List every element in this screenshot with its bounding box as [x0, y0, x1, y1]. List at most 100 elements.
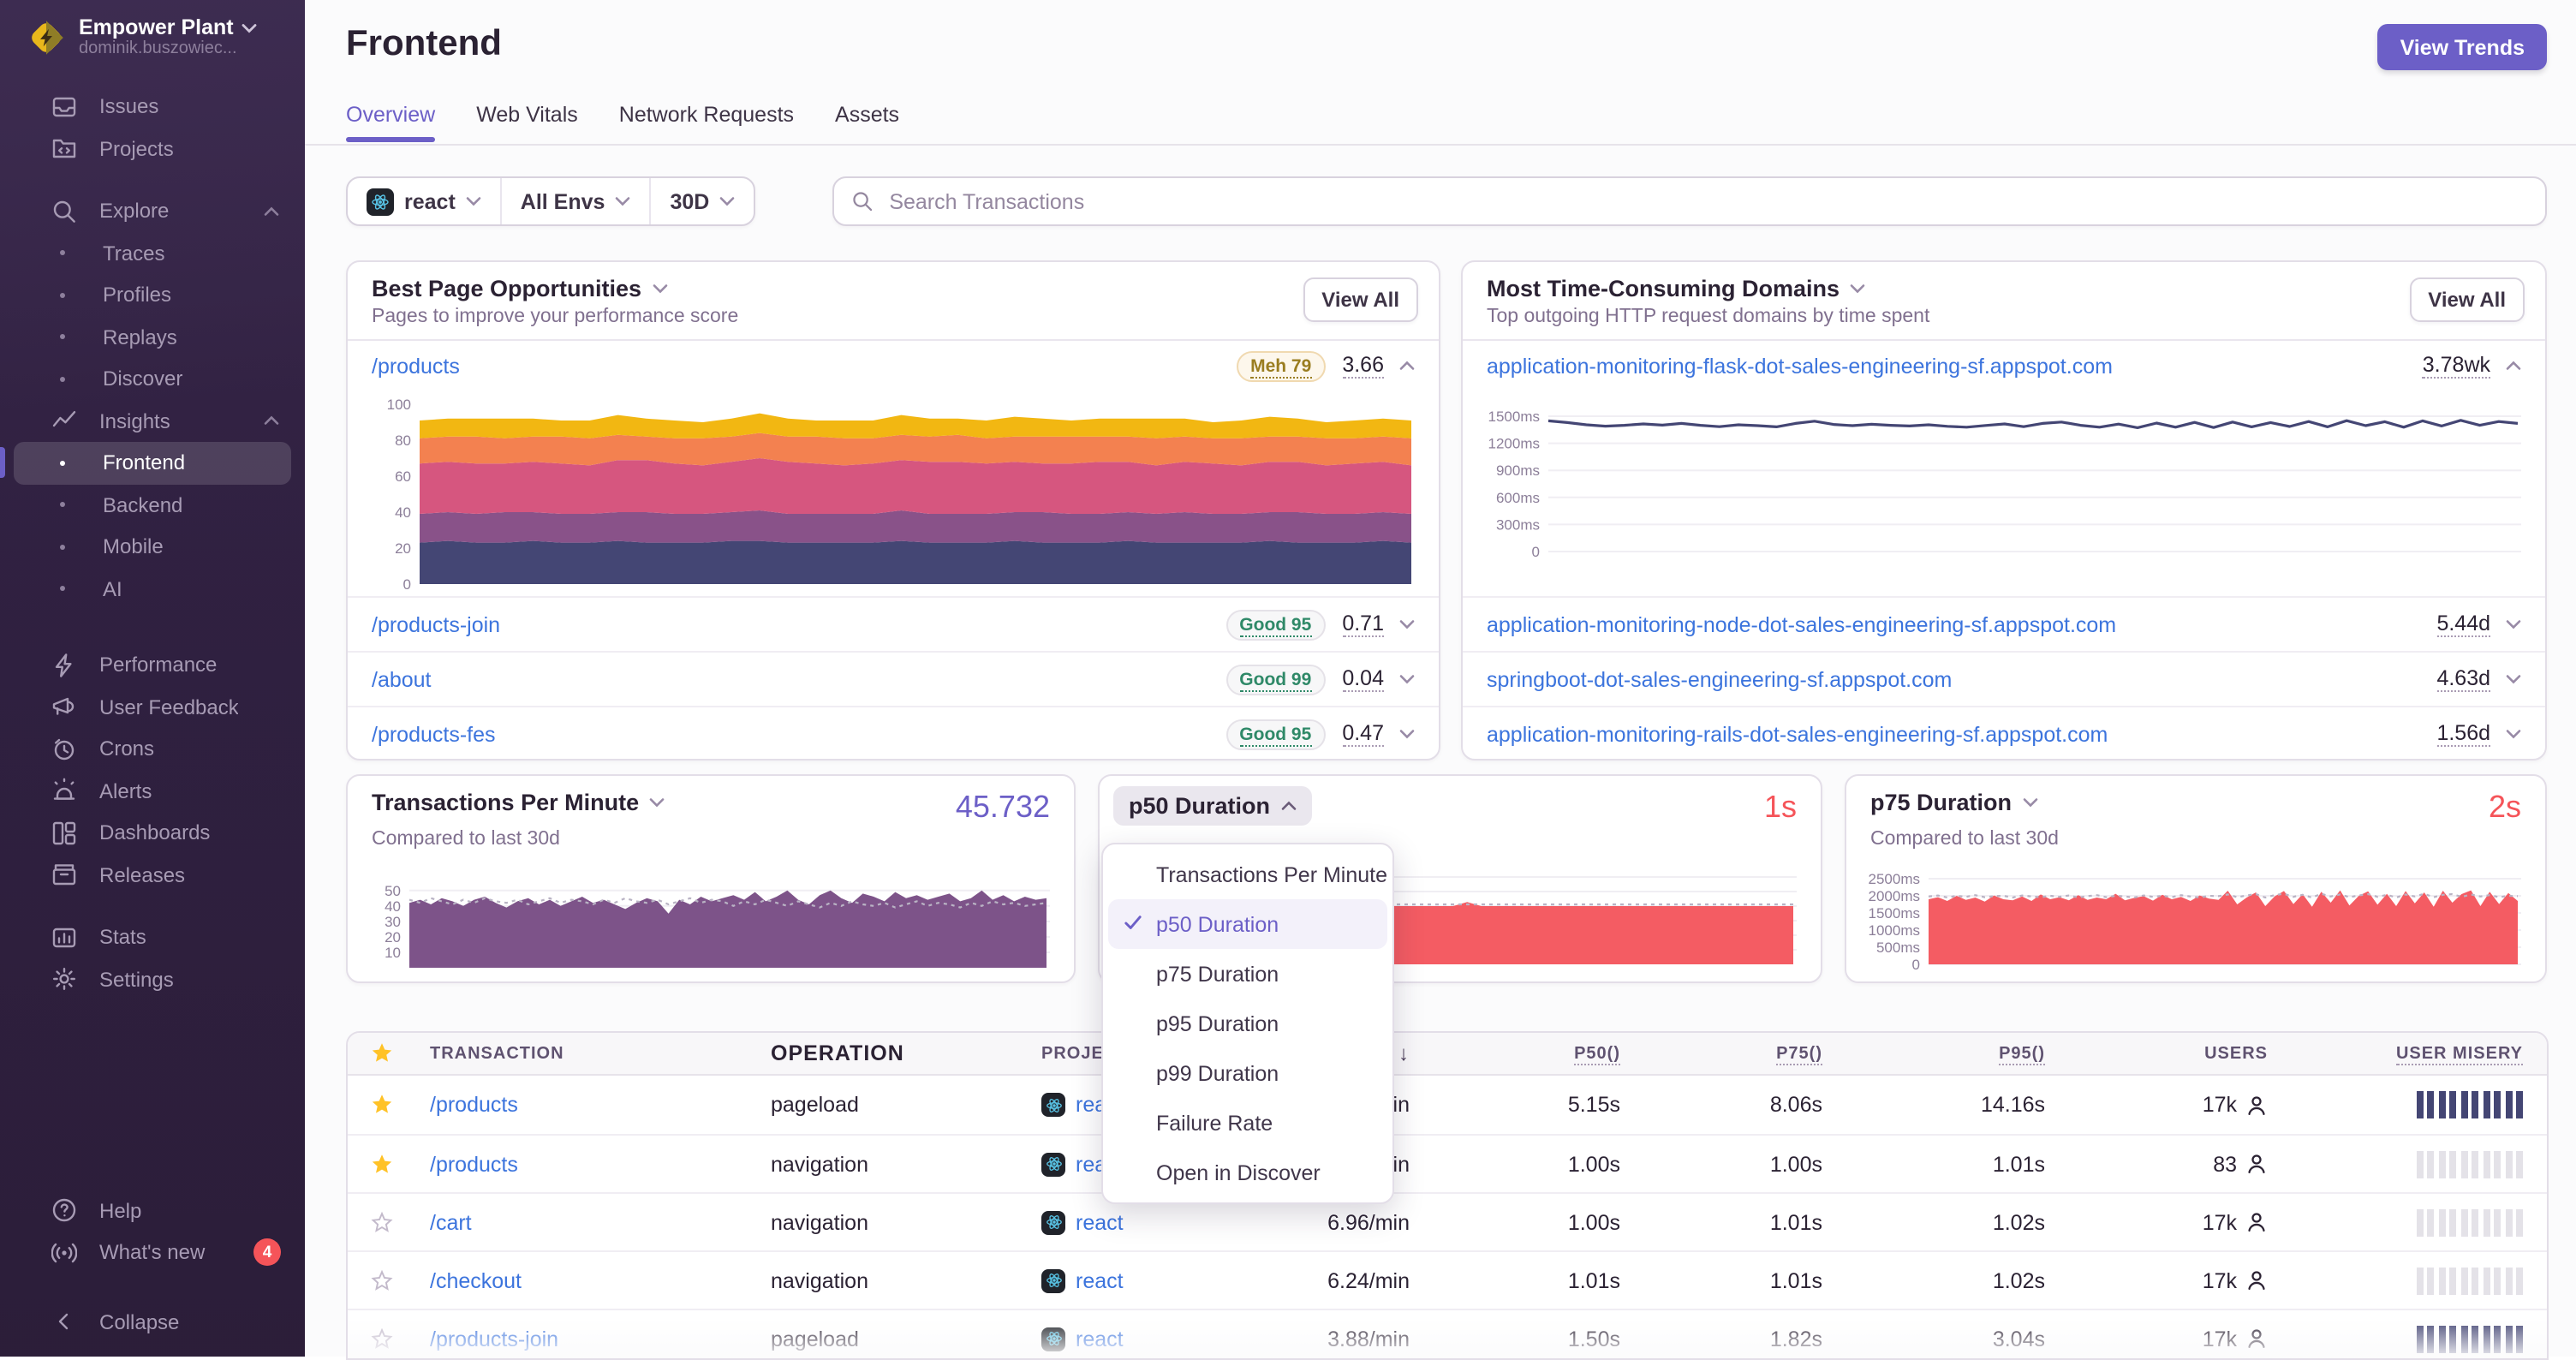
page-link[interactable]: /products: [372, 354, 460, 378]
domain-link[interactable]: application-monitoring-flask-dot-sales-e…: [1487, 354, 2113, 378]
transaction-cell: /products: [416, 1148, 724, 1179]
sidebar-item-help[interactable]: Help: [14, 1190, 291, 1232]
svg-text:40: 40: [385, 898, 401, 915]
sidebar-item-explore[interactable]: Explore: [14, 190, 291, 232]
menu-item-p95-duration[interactable]: p95 Duration: [1108, 999, 1387, 1048]
tab-assets[interactable]: Assets: [835, 103, 899, 142]
chevron-down-icon[interactable]: [1399, 673, 1415, 685]
sidebar-item-alerts[interactable]: Alerts: [14, 770, 291, 812]
chevron-down-icon[interactable]: [2506, 618, 2521, 630]
chevron-up-icon[interactable]: [1399, 360, 1415, 372]
sidebar-item-profiles[interactable]: Profiles: [14, 274, 291, 316]
environment-filter[interactable]: All Envs: [499, 178, 650, 224]
chevron-down-icon[interactable]: [1399, 728, 1415, 740]
star-cell[interactable]: [348, 1327, 416, 1351]
sidebar-item-dashboards[interactable]: Dashboards: [14, 812, 291, 854]
star-outline-icon[interactable]: [370, 1268, 394, 1292]
tab-web-vitals[interactable]: Web Vitals: [476, 103, 578, 142]
view-trends-button[interactable]: View Trends: [2377, 24, 2547, 70]
sidebar-item-releases[interactable]: Releases: [14, 854, 291, 896]
sidebar-item-user-feedback[interactable]: User Feedback: [14, 686, 291, 728]
menu-item-p50-duration[interactable]: p50 Duration: [1108, 899, 1387, 949]
search-input[interactable]: [886, 188, 2528, 215]
sidebar-item-stats[interactable]: Stats: [14, 916, 291, 958]
star-cell[interactable]: [348, 1093, 416, 1117]
menu-item-transactions-per-minute[interactable]: Transactions Per Minute: [1108, 850, 1387, 899]
sidebar-collapse[interactable]: Collapse: [14, 1301, 291, 1343]
dashboards-icon: [51, 820, 77, 846]
page-link[interactable]: /products-join: [372, 612, 500, 636]
page-link[interactable]: /about: [372, 667, 432, 691]
react-project-icon: [1041, 1327, 1065, 1351]
star-outline-icon[interactable]: [370, 1210, 394, 1234]
transaction-link[interactable]: /cart: [430, 1210, 472, 1234]
sidebar-item-crons[interactable]: Crons: [14, 728, 291, 770]
time-spent-value: 1.56d: [2436, 721, 2490, 747]
score-badge: Meh 79: [1237, 350, 1326, 381]
time-consuming-domains-title[interactable]: Most Time-Consuming Domains: [1487, 276, 2521, 301]
column-header-misery[interactable]: USER MISERY: [2268, 1044, 2547, 1065]
project-filter[interactable]: react: [348, 178, 500, 224]
chevron-up-icon[interactable]: [2506, 360, 2521, 372]
transaction-link[interactable]: /products: [430, 1093, 518, 1117]
sidebar-item-settings[interactable]: Settings: [14, 958, 291, 1000]
bullet-icon: [60, 586, 65, 592]
sidebar-item-backend[interactable]: Backend: [14, 484, 291, 526]
crons-icon: [51, 737, 77, 762]
tpm-metric-selector[interactable]: Transactions Per Minute: [372, 790, 665, 815]
menu-item-p99-duration[interactable]: p99 Duration: [1108, 1048, 1387, 1098]
column-header-p75[interactable]: P75(): [1620, 1044, 1822, 1065]
sidebar-item-discover[interactable]: Discover: [14, 358, 291, 400]
chevron-down-icon[interactable]: [2506, 673, 2521, 685]
project-link[interactable]: react: [1076, 1268, 1124, 1292]
sidebar-item-ai[interactable]: AI: [14, 568, 291, 610]
column-header-users[interactable]: USERS: [2045, 1044, 2268, 1063]
best-pages-view-all-button[interactable]: View All: [1303, 277, 1418, 322]
react-project-icon: [1041, 1268, 1065, 1292]
star-cell[interactable]: [348, 1152, 416, 1176]
tab-network-requests[interactable]: Network Requests: [619, 103, 794, 142]
sidebar-item-performance[interactable]: Performance: [14, 644, 291, 686]
sidebar-item-traces[interactable]: Traces: [14, 232, 291, 274]
domain-link[interactable]: application-monitoring-node-dot-sales-en…: [1487, 612, 2116, 636]
sidebar-item-mobile[interactable]: Mobile: [14, 526, 291, 568]
sidebar-item-projects[interactable]: Projects: [14, 128, 291, 170]
star-filled-icon[interactable]: [370, 1152, 394, 1176]
sort-descending-icon[interactable]: ↓: [1398, 1041, 1410, 1065]
column-header-p50[interactable]: P50(): [1410, 1044, 1620, 1065]
chevron-down-icon: [2022, 796, 2037, 808]
sidebar-item-replays[interactable]: Replays: [14, 316, 291, 358]
menu-item-open-in-discover[interactable]: Open in Discover: [1108, 1148, 1387, 1197]
domain-link[interactable]: application-monitoring-rails-dot-sales-e…: [1487, 722, 2108, 746]
chevron-down-icon[interactable]: [2506, 728, 2521, 740]
column-header-transaction[interactable]: TRANSACTION: [416, 1044, 724, 1063]
page-link[interactable]: /products-fes: [372, 722, 496, 746]
menu-item-p75-duration[interactable]: p75 Duration: [1108, 949, 1387, 999]
svg-text:1000ms: 1000ms: [1869, 922, 1920, 939]
sidebar-item-insights[interactable]: Insights: [14, 400, 291, 442]
tab-overview[interactable]: Overview: [346, 103, 436, 142]
p50-metric-selector[interactable]: p50 Duration: [1113, 786, 1312, 826]
star-cell[interactable]: [348, 1210, 416, 1234]
domain-link[interactable]: springboot-dot-sales-engineering-sf.apps…: [1487, 667, 1952, 691]
star-filled-icon[interactable]: [370, 1093, 394, 1117]
transaction-link[interactable]: /products: [430, 1152, 518, 1176]
column-header-operation[interactable]: OPERATION: [724, 1041, 981, 1065]
transaction-link[interactable]: /products-join: [430, 1327, 558, 1351]
transaction-link[interactable]: /checkout: [430, 1268, 522, 1292]
project-link[interactable]: react: [1076, 1327, 1124, 1351]
best-page-opportunities-title[interactable]: Best Page Opportunities: [372, 276, 1415, 301]
menu-item-failure-rate[interactable]: Failure Rate: [1108, 1098, 1387, 1148]
domains-view-all-button[interactable]: View All: [2409, 277, 2525, 322]
column-header-p95[interactable]: P95(): [1822, 1044, 2045, 1065]
star-outline-icon[interactable]: [370, 1327, 394, 1351]
star-cell[interactable]: [348, 1268, 416, 1292]
sidebar-item-frontend[interactable]: Frontend: [0, 442, 291, 484]
sidebar-item-what-s-new[interactable]: What's new 4: [14, 1232, 291, 1274]
project-link[interactable]: react: [1076, 1210, 1124, 1234]
org-switcher[interactable]: Empower Plant dominik.buszowiec...: [0, 0, 305, 69]
date-range-filter[interactable]: 30D: [649, 178, 754, 224]
p75-metric-selector[interactable]: p75 Duration: [1870, 790, 2037, 815]
sidebar-item-issues[interactable]: Issues: [14, 86, 291, 128]
chevron-down-icon[interactable]: [1399, 618, 1415, 630]
